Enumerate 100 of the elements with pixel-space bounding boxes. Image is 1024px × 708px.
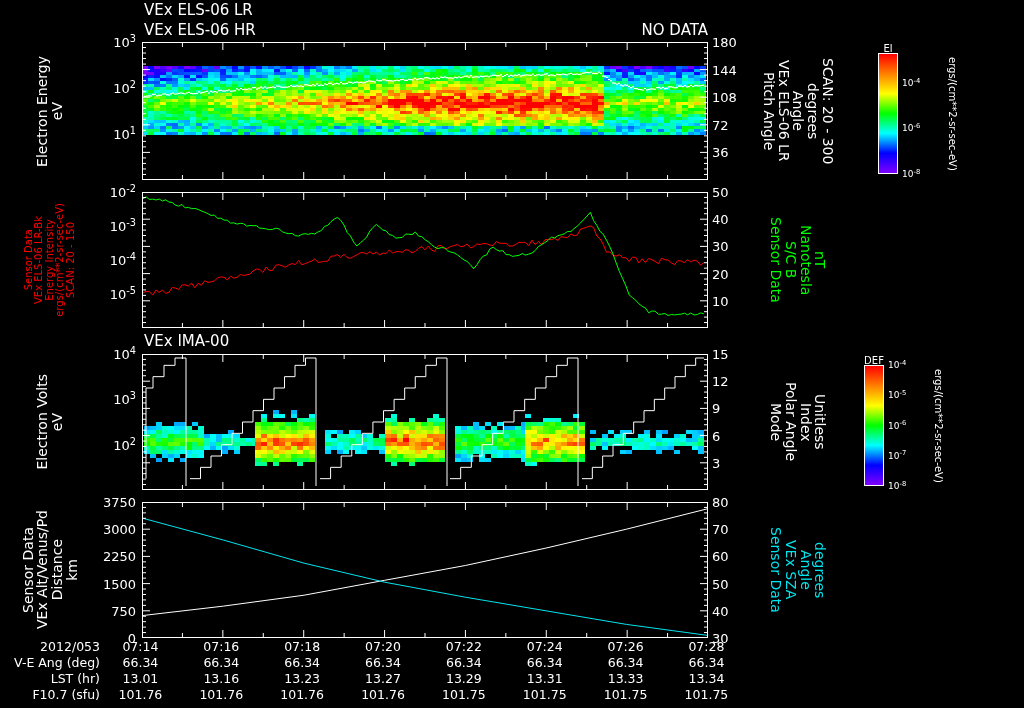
tick-label: 40 [712,604,729,618]
tick-label: 10$^{-6}$ [888,421,907,430]
tick-label: 3000 [102,522,136,536]
table-cell-text: 66.34 [283,656,322,670]
tick-label: 10$^{-2}$ [109,185,136,199]
table-cell-text: 13.23 [283,672,322,686]
tick-label: 2250 [102,549,136,563]
tick-label: 10$^{-5}$ [888,390,907,400]
axis-label: Sensor Data [768,217,784,303]
axis-label: VEx ELS-06 LR [775,60,791,162]
axis-tick-label: 07:24 [525,640,564,654]
axis-label: Sensor Data [20,527,36,613]
tick-label: 15 [712,347,729,361]
tick-label: 80 [712,495,729,509]
row-label: LST (hr) [49,672,100,686]
axis-label: Mode [768,402,784,442]
axis-label: VEx Alt/Venus/Pd [35,510,50,630]
axis-label: Angle [790,91,806,131]
tick-label: 12 [712,374,729,388]
axis-tick-label: 07:20 [364,640,402,654]
table-cell-text: 101.75 [441,688,487,702]
colorbar-title: DEF [864,356,884,365]
tick-label: 108 [712,90,737,104]
axis-tick-label: 07:22 [444,640,483,654]
tick-label: 3 [712,456,721,470]
tick-label: 20 [712,267,729,281]
tick-label: 10$^{-6}$ [902,123,921,133]
tick-label: 180 [712,35,737,49]
axis-label: VEx SZA [783,540,798,600]
axis-label: Angle [798,550,813,590]
row-label: V-E Ang (deg) [13,656,100,670]
axis-label: VEx ELS-06 LR-Bk [34,216,45,304]
status-text: NO DATA [641,22,708,38]
table-cell-text: 66.34 [121,656,160,670]
axis-label: km [64,559,80,581]
tick-label: 10$^{-8}$ [902,169,921,179]
table-cell-text: 101.75 [683,688,730,702]
axis-label: SCAN: 20 - 300 [820,57,835,165]
tick-label: 3750 [102,495,136,509]
axis-label: Unitless [812,394,828,450]
panel-title: VEx IMA-00 [144,333,230,349]
panel-title: VEx ELS-06 LR [144,2,253,18]
axis-tick-label: 07:18 [283,640,322,654]
axis-label: Distance [50,539,65,601]
tick-label: 750 [111,604,136,618]
tick-label: 10$^{3}$ [113,35,136,49]
table-cell-text: 101.76 [117,688,164,702]
axis-label: ergs/(cm**2-sr-sec-eV) [932,368,943,483]
axis-label: Electron Volts [35,374,50,470]
tick-label: 10 [712,294,729,308]
axis-label: Sensor Data [23,229,35,291]
table-cell-text: 13.33 [606,672,645,686]
tick-label: 6 [712,429,721,443]
tick-label: 40 [712,212,729,226]
row-label: F10.7 (sfu) [31,688,100,702]
axis-label: eV [50,412,65,432]
tick-label: 10$^{-5}$ [109,287,136,301]
axis-label: Electron Energy [35,55,50,167]
tick-label: 60 [712,549,729,563]
axis-label: eV [50,101,65,121]
table-cell-text: 66.34 [606,656,645,670]
tick-label: 10$^{4}$ [113,347,136,361]
tick-label: 10$^{-7}$ [888,451,907,461]
table-cell-text: 13.29 [444,672,483,686]
axis-label: Nanotesla [798,224,813,296]
tick-label: 50 [712,577,729,591]
tick-label: 9 [712,401,721,415]
table-cell-text: 101.76 [198,688,245,702]
axis-label: Polar Angle [783,382,798,462]
table-cell-text: 66.34 [364,656,402,670]
tick-label: 72 [712,118,729,132]
tick-label: 10$^{-4}$ [109,253,136,267]
table-cell-text: 101.75 [602,688,649,702]
axis-label: Sensor Data [768,527,784,613]
colorbar-title: El [883,44,893,53]
axis-label: nT [812,251,828,269]
axis-label: degrees [805,82,821,140]
axis-label: ergs/(cm**2-sr-sec-eV) [946,56,957,171]
tick-label: 30 [712,239,729,253]
tick-label: 10$^{2}$ [113,438,136,452]
table-cell-text: 13.31 [525,672,564,686]
axis-label: Pitch Angle [761,71,776,151]
table-cell-text: 101.76 [279,688,325,702]
table-cell-text: 13.34 [687,672,726,686]
row-label: 2012/053 [39,640,100,654]
axis-tick-label: 07:26 [606,640,645,654]
table-cell-text: 13.16 [202,672,241,686]
tick-label: 10$^{-4}$ [902,78,921,88]
tick-label: 10$^{3}$ [113,392,136,406]
tick-label: 36 [712,145,729,159]
tick-label: 10$^{-3}$ [109,219,136,233]
axis-label: S/C B [783,241,798,279]
axis-label: degrees [812,541,828,599]
table-cell-text: 13.01 [121,672,160,686]
tick-label: 10$^{2}$ [113,81,136,95]
table-cell-text: 66.34 [202,656,241,670]
tick-label: 10$^{-4}$ [888,360,907,370]
table-cell-text: 101.75 [521,688,568,702]
table-cell-text: 101.76 [360,688,406,702]
tick-label: 1500 [102,577,136,591]
